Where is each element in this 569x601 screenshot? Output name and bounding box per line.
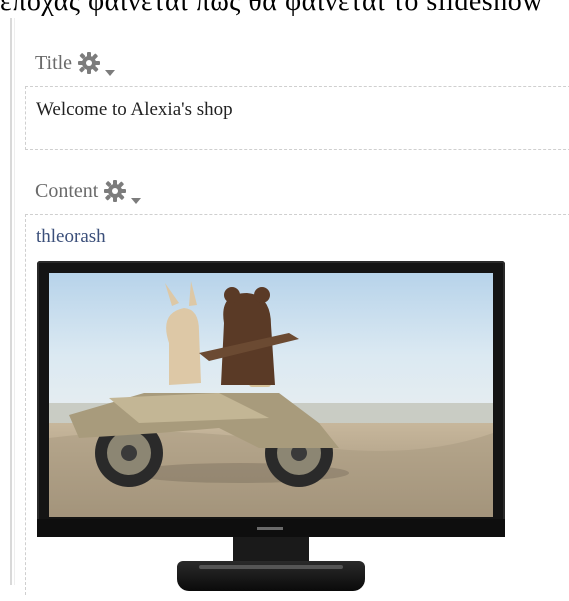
title-field-label-row: Title: [35, 50, 116, 76]
content-field-label: Content: [35, 179, 99, 202]
chevron-down-icon[interactable]: [130, 189, 142, 204]
content-field-label-row: Content: [35, 178, 142, 204]
tv-stand-highlight: [199, 565, 343, 569]
top-caption: εποχας φαίνεται πώς θα φαίνεται το slide…: [0, 0, 543, 17]
content-field[interactable]: thleorash: [25, 214, 569, 595]
chevron-down-icon[interactable]: [104, 61, 116, 76]
tv-image: [37, 261, 507, 601]
content-link[interactable]: thleorash: [36, 226, 106, 248]
title-field-label: Title: [35, 51, 73, 74]
tv-screen: [49, 273, 493, 517]
tv-logo: [257, 527, 283, 530]
left-divider-inner: [14, 18, 15, 585]
title-field[interactable]: Welcome to Alexia's shop: [25, 86, 569, 150]
gear-icon[interactable]: [102, 178, 128, 204]
left-divider: [10, 18, 12, 585]
gear-icon[interactable]: [76, 50, 102, 76]
title-value: Welcome to Alexia's shop: [36, 99, 233, 120]
